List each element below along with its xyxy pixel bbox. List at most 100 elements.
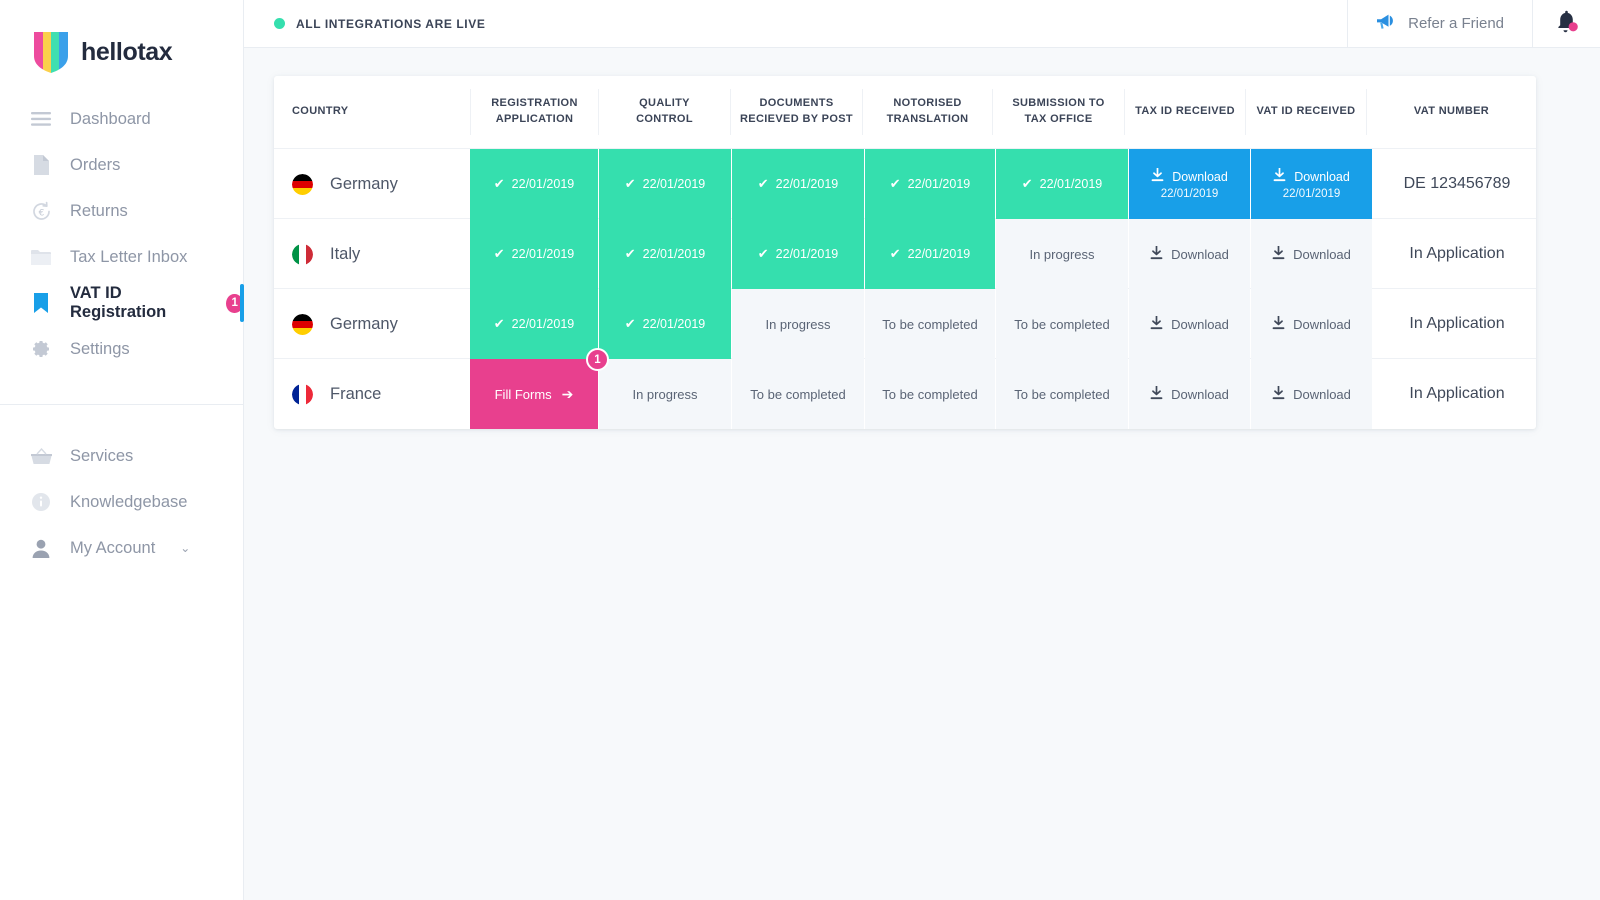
cell-vat-id-received[interactable]: Download 22/01/2019 — [1251, 149, 1372, 219]
cell-fill-forms-action[interactable]: Fill Forms ➔ 1 — [470, 348, 609, 429]
sidebar-item-knowledgebase[interactable]: Knowledgebase — [0, 479, 243, 525]
cell-quality-control[interactable]: ✔ 22/01/2019 — [599, 289, 731, 359]
cell-documents-recieved-by-post: To be completed — [732, 359, 864, 429]
row-country: Italy — [274, 219, 470, 289]
cell-value: To be completed — [750, 386, 846, 402]
sidebar-item-label: My Account — [70, 538, 156, 557]
cell-vat-id-received[interactable]: Download — [1251, 359, 1372, 429]
cell-value: In progress — [765, 316, 831, 332]
row-country: Germany — [274, 149, 470, 219]
sidebar: hellotax Dashboard Orders € Returns Tax … — [0, 0, 244, 900]
refer-a-friend-button[interactable]: Refer a Friend — [1347, 0, 1532, 48]
download-label: Download — [1293, 386, 1351, 402]
cell-value: 22/01/2019 — [642, 177, 706, 191]
fill-forms-label: Fill Forms — [494, 386, 552, 402]
cell-documents-recieved-by-post[interactable]: ✔ 22/01/2019 — [732, 219, 864, 289]
cell-quality-control[interactable]: ✔ 22/01/2019 — [599, 149, 731, 219]
cell-quality-control: In progress — [599, 359, 731, 429]
cell-vat-number: In Application — [1372, 359, 1542, 429]
check-icon: ✔ — [757, 176, 769, 191]
country-label: Italy — [330, 244, 361, 263]
cell-notorised-translation[interactable]: ✔ 22/01/2019 — [865, 149, 995, 219]
document-icon — [30, 154, 52, 176]
cell-value: To be completed — [1014, 386, 1110, 402]
cell-tax-id-received[interactable]: Download — [1129, 219, 1250, 289]
download-label: Download — [1171, 316, 1229, 332]
menu-icon — [30, 108, 52, 130]
active-indicator-bar — [240, 284, 244, 322]
sidebar-item-label: Knowledgebase — [70, 492, 188, 511]
cell-registration-application[interactable]: ✔ 22/01/2019 — [470, 289, 598, 359]
hellotax-shield-icon — [32, 30, 70, 74]
cell-submission-to-tax-office: In progress — [996, 219, 1128, 289]
cell-value: 22/01/2019 — [907, 177, 971, 191]
check-icon: ✔ — [624, 316, 636, 331]
notifications-button[interactable] — [1532, 0, 1600, 48]
folder-icon — [30, 246, 52, 268]
table-row[interactable]: Germany ✔ 22/01/2019 ✔ 22/01/2019 In pro… — [274, 289, 1536, 359]
cell-notorised-translation[interactable]: ✔ 22/01/2019 — [865, 219, 995, 289]
sidebar-item-vat-id-registration[interactable]: VAT ID Registration 1 — [0, 280, 244, 326]
download-icon — [1150, 384, 1163, 403]
it-flag-icon — [292, 243, 313, 265]
column-header-notorised-translation: NOTORISED TRANSLATION — [862, 89, 992, 135]
svg-text:€: € — [38, 208, 44, 218]
brand-logo[interactable]: hellotax — [0, 0, 243, 78]
arrow-right-icon: ➔ — [561, 385, 574, 402]
info-icon — [30, 491, 52, 513]
cell-registration-application[interactable]: ✔ 22/01/2019 — [470, 149, 598, 219]
cell-registration-application[interactable]: ✔ 22/01/2019 — [470, 219, 598, 289]
download-icon — [1272, 244, 1285, 263]
check-icon: ✔ — [757, 246, 769, 261]
integration-status: ALL INTEGRATIONS ARE LIVE — [244, 17, 485, 31]
vat-number-value: DE 123456789 — [1403, 175, 1511, 192]
column-header-submission-to-tax-office: SUBMISSION TO TAX OFFICE — [992, 89, 1124, 135]
vat-number-value: In Application — [1409, 245, 1505, 262]
vat-number-value: In Application — [1409, 315, 1505, 332]
country-label: France — [330, 384, 382, 403]
cell-tax-id-received[interactable]: Download — [1129, 289, 1250, 359]
table-row[interactable]: France Fill Forms ➔ 1 In progress To be … — [274, 348, 1536, 429]
cell-value: 22/01/2019 — [511, 317, 575, 331]
sidebar-item-label: Returns — [70, 201, 128, 220]
sidebar-item-settings[interactable]: Settings — [0, 326, 243, 372]
cell-value: 22/01/2019 — [907, 247, 971, 261]
cell-vat-id-received[interactable]: Download — [1251, 219, 1372, 289]
cell-value: 22/01/2019 — [642, 247, 706, 261]
sidebar-item-my-account[interactable]: My Account ⌄ — [0, 525, 243, 571]
column-header-tax-id-received: TAX ID RECEIVED — [1124, 89, 1245, 135]
cell-tax-id-received[interactable]: Download — [1129, 359, 1250, 429]
brand-name: hellotax — [81, 37, 173, 66]
cell-tax-id-received[interactable]: Download 22/01/2019 — [1129, 149, 1250, 219]
chevron-down-icon[interactable]: ⌄ — [180, 541, 190, 555]
pending-count-badge: 1 — [586, 348, 609, 371]
sidebar-item-tax-letter-inbox[interactable]: Tax Letter Inbox — [0, 234, 243, 280]
cell-value: To be completed — [882, 316, 978, 332]
topbar: ALL INTEGRATIONS ARE LIVE Refer a Friend — [244, 0, 1600, 48]
check-icon: ✔ — [493, 246, 505, 261]
sidebar-item-returns[interactable]: € Returns — [0, 188, 243, 234]
download-icon — [1151, 167, 1164, 185]
cell-submission-to-tax-office[interactable]: ✔ 22/01/2019 — [996, 149, 1128, 219]
cell-vat-id-received[interactable]: Download — [1251, 289, 1372, 359]
download-icon — [1150, 314, 1163, 333]
download-label: Download — [1171, 246, 1229, 262]
table-row[interactable]: Germany ✔ 22/01/2019 ✔ 22/01/2019 ✔ 22/0 — [274, 149, 1536, 219]
sidebar-item-orders[interactable]: Orders — [0, 142, 243, 188]
country-label: Germany — [330, 314, 398, 333]
cell-quality-control[interactable]: ✔ 22/01/2019 — [599, 219, 731, 289]
cell-value: In progress — [632, 386, 698, 402]
country-label: Germany — [330, 174, 398, 193]
sidebar-item-services[interactable]: Services — [0, 433, 243, 479]
sidebar-item-label: Tax Letter Inbox — [70, 247, 188, 266]
status-dot-icon — [274, 18, 285, 29]
table-row[interactable]: Italy ✔ 22/01/2019 ✔ 22/01/2019 ✔ 22/01/ — [274, 219, 1536, 289]
cell-documents-recieved-by-post: In progress — [732, 289, 864, 359]
vat-number-value: In Application — [1409, 385, 1505, 402]
main-area: ALL INTEGRATIONS ARE LIVE Refer a Friend — [244, 0, 1600, 900]
cell-documents-recieved-by-post[interactable]: ✔ 22/01/2019 — [732, 149, 864, 219]
sidebar-item-dashboard[interactable]: Dashboard — [0, 96, 243, 142]
download-label: Download — [1293, 246, 1351, 262]
sidebar-item-label: Settings — [70, 339, 130, 358]
download-label: Download — [1294, 169, 1350, 184]
